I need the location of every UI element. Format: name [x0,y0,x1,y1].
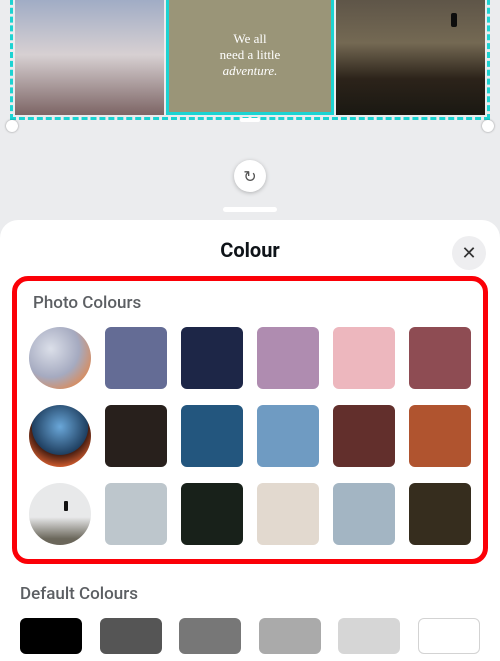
colour-swatch[interactable] [105,405,167,467]
colour-swatch[interactable] [257,327,319,389]
default-colour-swatch[interactable] [338,618,400,654]
colour-swatch[interactable] [333,483,395,545]
close-icon: ✕ [461,243,476,264]
default-colour-swatch[interactable] [100,618,162,654]
colour-swatch[interactable] [409,405,471,467]
sheet-title: Colour [0,238,500,262]
default-colour-swatch[interactable] [259,618,321,654]
canvas-photo-2[interactable] [336,0,485,115]
colour-swatch[interactable] [105,327,167,389]
colour-swatch[interactable] [181,327,243,389]
photo-colour-row [25,327,475,389]
photo-colour-row [25,483,475,545]
rotate-icon: ↻ [243,167,256,186]
colour-bottom-sheet: Colour ✕ Photo Colours Default Colours [0,220,500,661]
default-colour-swatch[interactable] [418,618,480,654]
photo-thumbnail[interactable] [29,483,91,545]
sheet-header: Colour ✕ [0,238,500,262]
photo-colours-section: Photo Colours [12,276,488,564]
rotate-button[interactable]: ↻ [234,160,266,192]
colour-swatch[interactable] [257,483,319,545]
default-colours-label: Default Colours [20,584,480,604]
quote-line: need a little [220,47,281,62]
selected-element-group[interactable]: We all need a little adventure. [10,0,490,120]
default-colour-swatch[interactable] [20,618,82,654]
colour-swatch[interactable] [181,483,243,545]
photo-thumbnail[interactable] [29,405,91,467]
canvas-quote-card[interactable]: We all need a little adventure. [166,0,333,115]
colour-swatch[interactable] [409,483,471,545]
selection-handle-bl[interactable] [6,120,18,132]
photo-colour-row [25,405,475,467]
sheet-drag-handle[interactable] [223,207,277,212]
colour-swatch[interactable] [181,405,243,467]
default-colour-swatch[interactable] [179,618,241,654]
colour-swatch[interactable] [257,405,319,467]
photo-colours-label: Photo Colours [33,293,475,313]
default-colours-section: Default Colours [0,574,500,654]
selection-bottom-handle[interactable] [240,118,260,122]
canvas-area: We all need a little adventure. ↻ [0,0,500,220]
photo-thumbnail[interactable] [29,327,91,389]
selection-handle-br[interactable] [482,120,494,132]
colour-swatch[interactable] [409,327,471,389]
colour-swatch[interactable] [105,483,167,545]
quote-line: We all [233,31,266,46]
canvas-photo-1[interactable] [15,0,164,115]
colour-swatch[interactable] [333,327,395,389]
colour-swatch[interactable] [333,405,395,467]
quote-line-italic: adventure. [223,63,278,78]
close-button[interactable]: ✕ [452,236,486,270]
